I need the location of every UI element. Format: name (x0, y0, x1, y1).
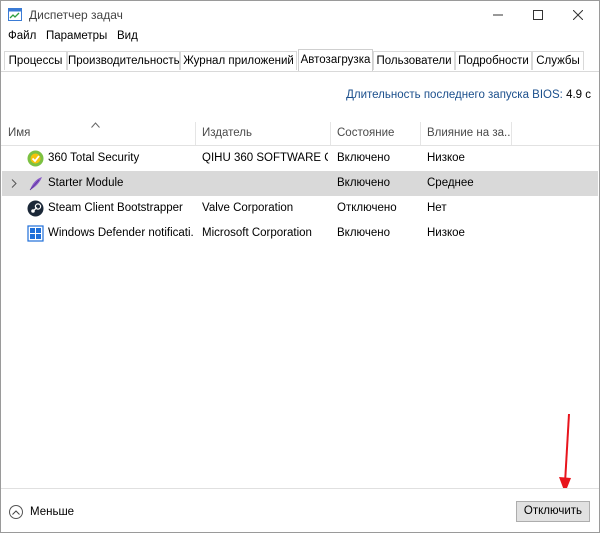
maximize-button[interactable] (518, 1, 558, 28)
minimize-button[interactable] (478, 1, 518, 28)
row-publisher: Valve Corporation (202, 202, 294, 214)
row-publisher (202, 171, 328, 196)
column-separator[interactable] (511, 122, 512, 145)
tab-app-history[interactable]: Журнал приложений (180, 51, 297, 70)
annotation-arrow-icon (557, 413, 577, 498)
fewer-details-button[interactable]: Меньше (9, 503, 74, 521)
menu-file[interactable]: Файл (8, 30, 36, 42)
window-title: Диспетчер задач (29, 8, 123, 22)
row-name: Windows Defender notificati... (48, 227, 194, 239)
row-name: 360 Total Security (48, 152, 140, 164)
tab-processes[interactable]: Процессы (4, 51, 67, 70)
column-name[interactable]: Имя (2, 122, 195, 145)
bios-duration: Длительность последнего запуска BIOS: 4.… (346, 89, 591, 101)
title-bar: Диспетчер задач (1, 1, 599, 28)
steam-icon (27, 200, 44, 217)
row-status: Включено (337, 152, 391, 164)
bios-duration-value: 4.9 с (566, 89, 591, 101)
row-impact: Низкое (427, 227, 465, 239)
disable-button[interactable]: Отключить (516, 501, 590, 522)
fewer-details-label: Меньше (30, 506, 75, 518)
row-status: Включено (337, 177, 391, 189)
bios-duration-label: Длительность последнего запуска BIOS: (346, 89, 563, 101)
tab-strip: Процессы Производительность Журнал прило… (1, 49, 599, 72)
menu-options[interactable]: Параметры (46, 30, 107, 42)
tab-details[interactable]: Подробности (455, 51, 532, 70)
row-impact: Среднее (427, 177, 474, 189)
row-name: Steam Client Bootstrapper (48, 202, 183, 214)
close-icon (573, 9, 583, 20)
minimize-icon (493, 14, 503, 15)
row-status: Включено (337, 227, 391, 239)
row-impact: Нет (427, 202, 447, 214)
menu-view[interactable]: Вид (117, 30, 138, 42)
column-header-row: Имя Издатель Состояние Влияние на за... (1, 122, 599, 146)
row-publisher: QIHU 360 SOFTWARE C... (202, 152, 328, 164)
maximize-icon (533, 9, 543, 20)
tab-startup[interactable]: Автозагрузка (298, 49, 373, 71)
footer-bar: Меньше Отключить (1, 488, 599, 532)
row-publisher: Microsoft Corporation (202, 227, 312, 239)
column-impact[interactable]: Влияние на за... (421, 122, 511, 145)
task-manager-icon (8, 8, 22, 21)
table-row[interactable]: Steam Client Bootstrapper Valve Corporat… (2, 196, 598, 221)
table-row[interactable]: Windows Defender notificati... Microsoft… (2, 221, 598, 246)
row-status: Отключено (337, 202, 397, 214)
tab-services[interactable]: Службы (532, 51, 584, 70)
row-name: Starter Module (48, 177, 124, 189)
tab-performance[interactable]: Производительность (67, 51, 180, 70)
feather-icon (27, 175, 44, 192)
column-publisher[interactable]: Издатель (196, 122, 330, 145)
360-security-icon (27, 150, 44, 167)
tab-users[interactable]: Пользователи (373, 51, 455, 70)
task-manager-window: Диспетчер задач Файл Параметры Вид Проце… (0, 0, 600, 533)
table-row[interactable]: Starter Module Включено Среднее (2, 171, 598, 196)
windows-defender-icon (27, 225, 44, 242)
table-row[interactable]: 360 Total Security QIHU 360 SOFTWARE C..… (2, 146, 598, 171)
expand-chevron-icon[interactable] (11, 179, 17, 191)
row-impact: Низкое (427, 152, 465, 164)
close-button[interactable] (558, 1, 598, 28)
chevron-up-icon (9, 505, 23, 519)
column-status[interactable]: Состояние (331, 122, 420, 145)
